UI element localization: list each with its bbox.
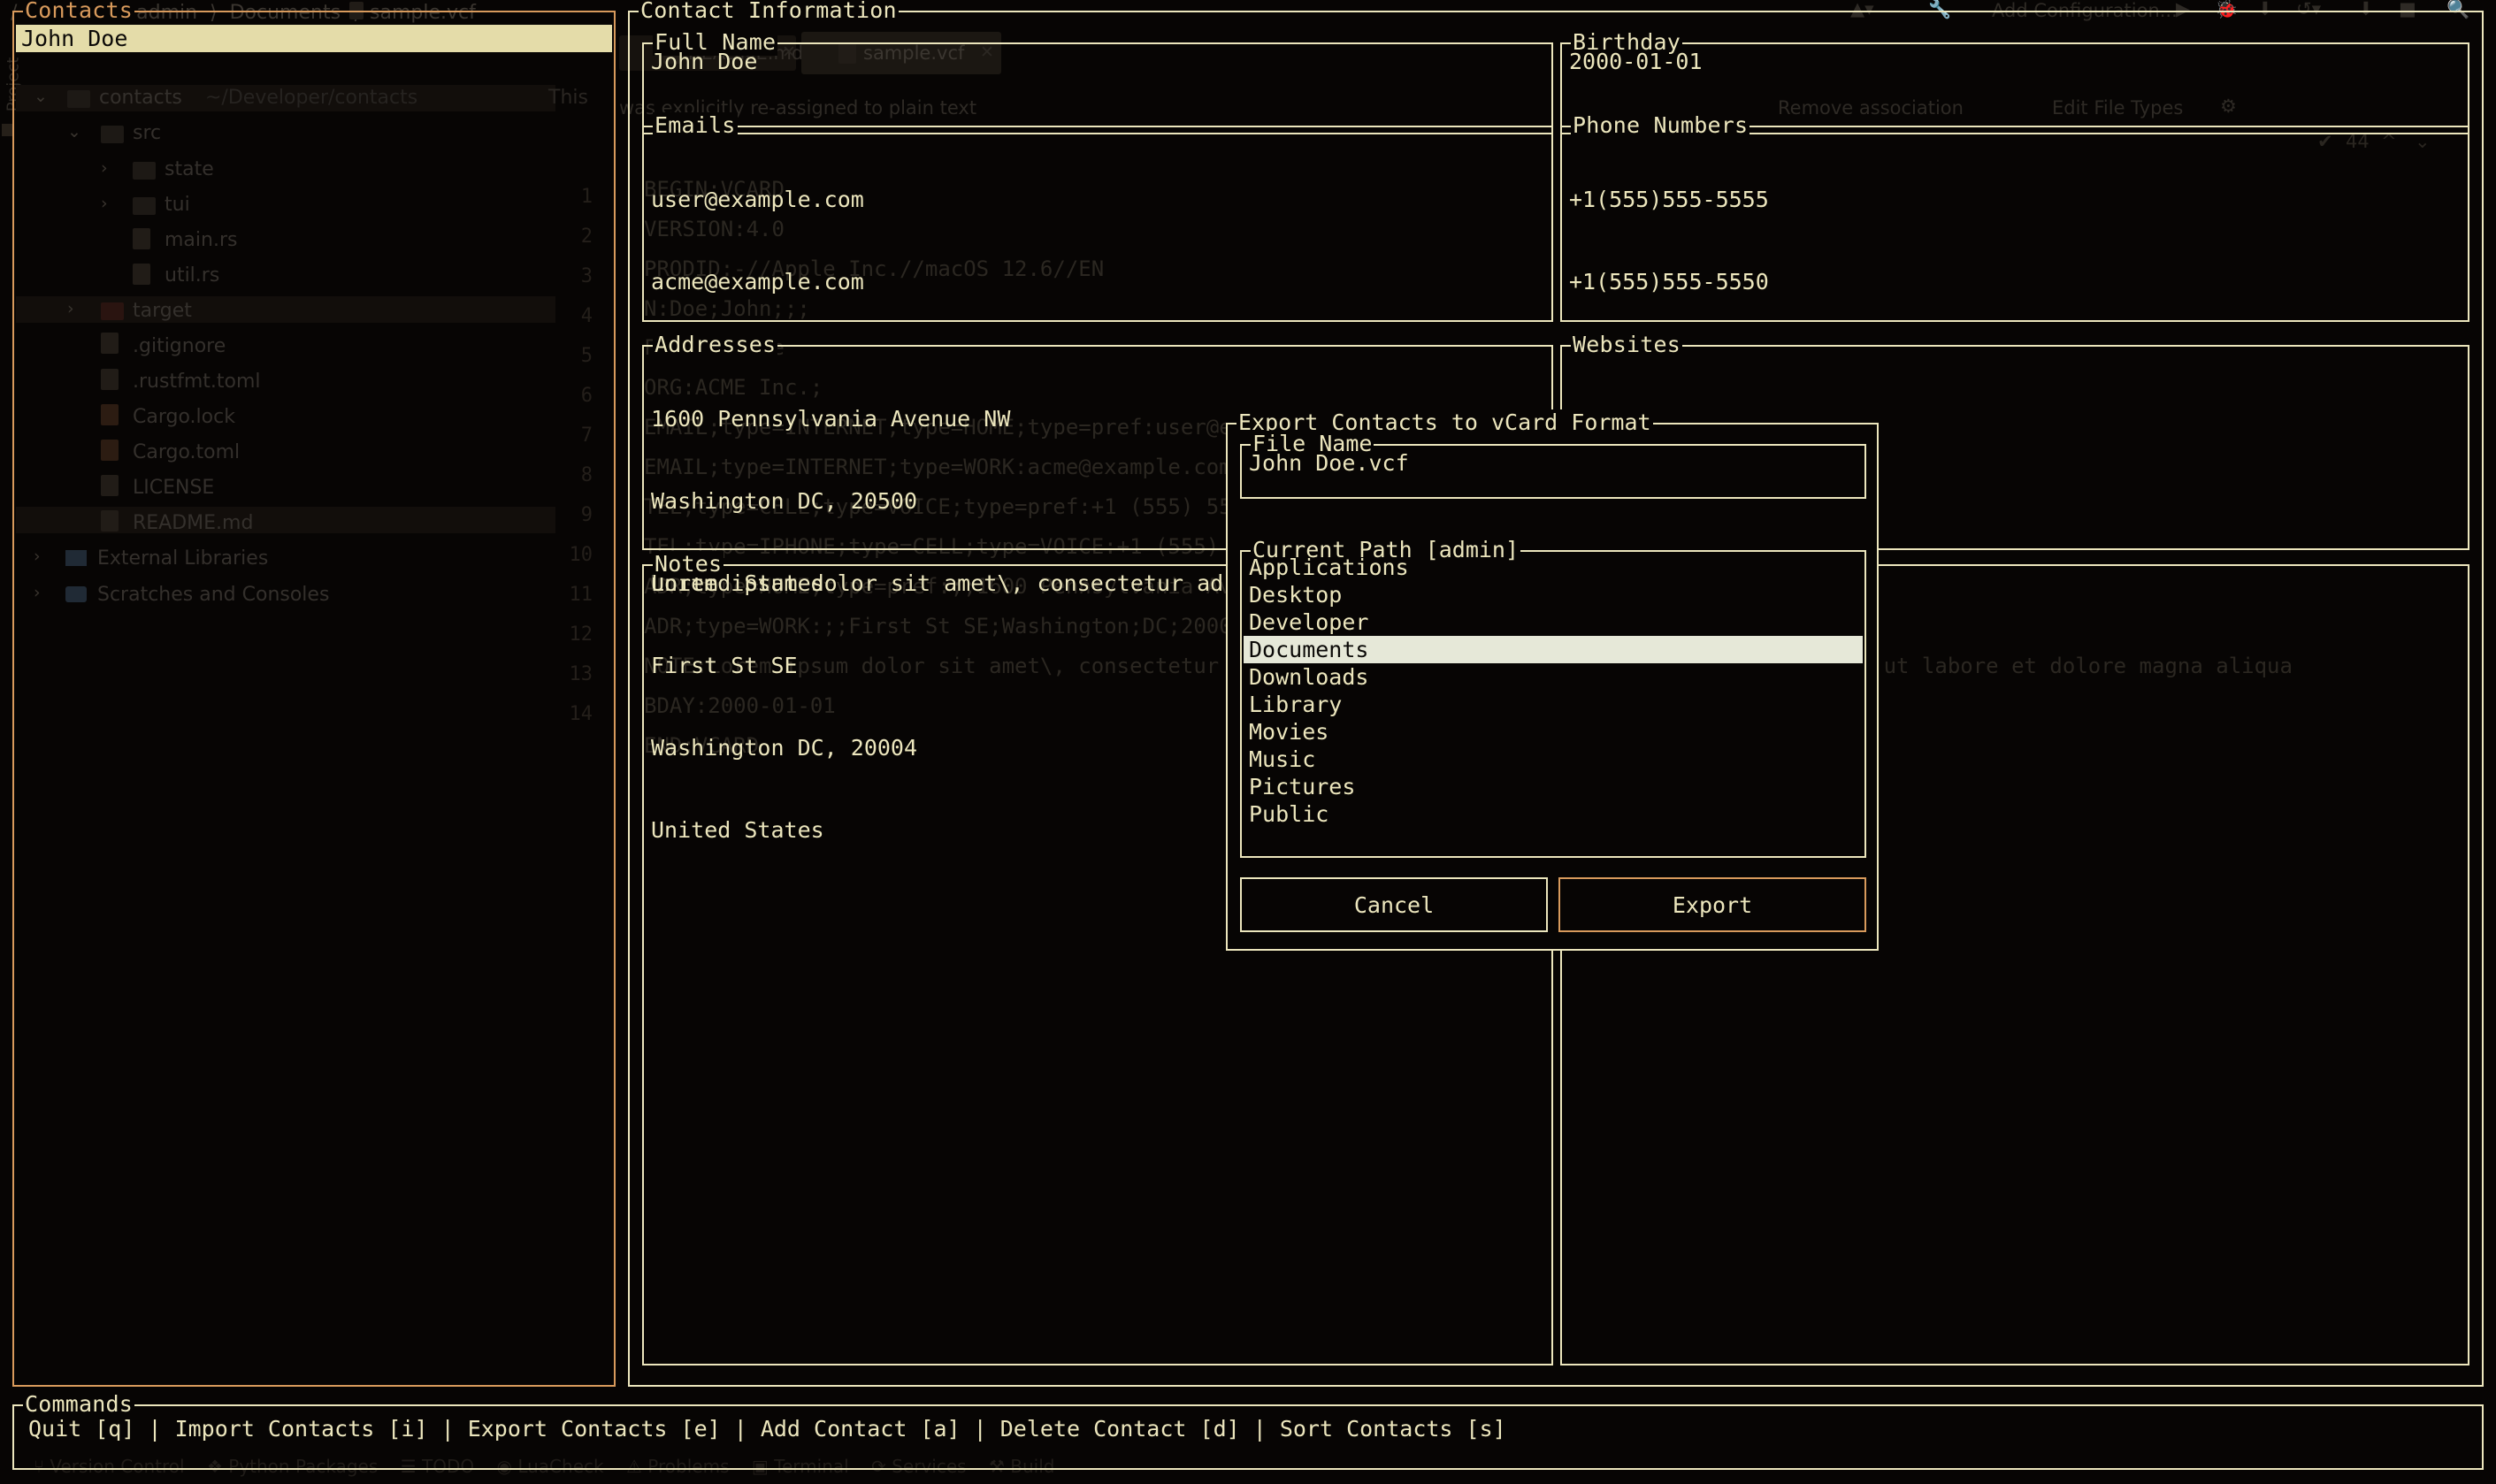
emails-field-panel: Emails user@example.com acme@example.com [642, 126, 1553, 322]
email-item: user@example.com [651, 186, 1548, 213]
directory-item[interactable]: Movies [1244, 718, 1863, 746]
phone-item: +1(555)555-5550 [1569, 268, 2464, 295]
emails-values[interactable]: user@example.com acme@example.com [651, 131, 1548, 350]
commands-text[interactable]: Quit [q] | Import Contacts [i] | Export … [28, 1415, 1506, 1442]
commands-panel-title: Commands [23, 1391, 134, 1418]
full-name-field-panel: Full Name John Doe [642, 42, 1553, 134]
contacts-panel: Contacts John Doe [12, 11, 616, 1387]
current-path-list[interactable]: Current Path [admin] Applications Deskto… [1240, 550, 1866, 858]
contact-list-item-john-doe[interactable]: John Doe [16, 25, 612, 52]
cancel-button[interactable]: Cancel [1240, 877, 1548, 932]
phone-numbers-values[interactable]: +1(555)555-5555 +1(555)555-5550 [1569, 131, 2464, 350]
phone-numbers-field-panel: Phone Numbers +1(555)555-5555 +1(555)555… [1560, 126, 2469, 322]
export-dialog: Export Contacts to vCard Format File Nam… [1226, 423, 1879, 951]
directory-item[interactable]: Downloads [1244, 663, 1863, 691]
birthday-value[interactable]: 2000-01-01 [1569, 48, 2464, 75]
file-name-field[interactable]: File Name John Doe.vcf [1240, 444, 1866, 499]
websites-label: Websites [1571, 332, 1682, 358]
directory-item[interactable]: Applications [1244, 554, 1863, 581]
export-button[interactable]: Export [1558, 877, 1866, 932]
directory-item-selected[interactable]: Documents [1244, 636, 1863, 663]
contacts-panel-title: Contacts [23, 0, 134, 24]
directory-item[interactable]: Library [1244, 691, 1863, 718]
email-item: acme@example.com [651, 268, 1548, 295]
file-name-input[interactable]: John Doe.vcf [1249, 449, 1409, 477]
directory-item[interactable]: Public [1244, 800, 1863, 828]
terminal-screen: / ⟩ Users ⟩ admin ⟩ Documents ⟩ sample.v… [0, 0, 2496, 1484]
directory-item[interactable]: Desktop [1244, 581, 1863, 608]
directory-item[interactable]: Pictures [1244, 773, 1863, 800]
commands-panel: Commands Quit [q] | Import Contacts [i] … [12, 1404, 2484, 1470]
directory-item[interactable]: Music [1244, 746, 1863, 773]
contact-information-title: Contact Information [639, 0, 899, 24]
phone-item: +1(555)555-5555 [1569, 186, 2464, 213]
full-name-value[interactable]: John Doe [651, 48, 1548, 75]
directory-item[interactable]: Developer [1244, 608, 1863, 636]
